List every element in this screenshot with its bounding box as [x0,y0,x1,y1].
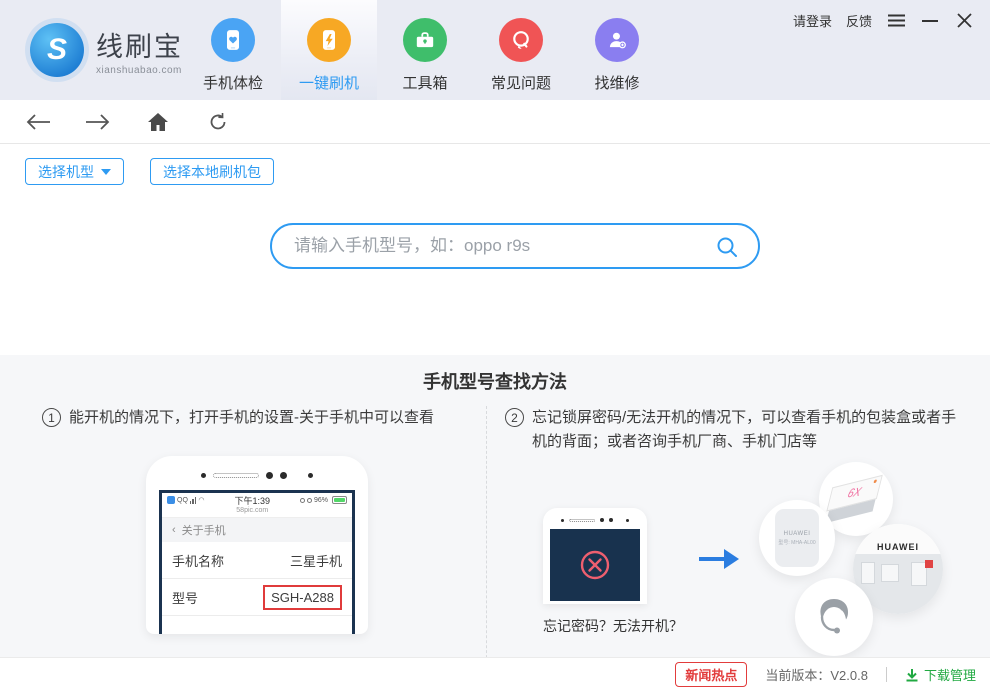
logo-icon: S [30,23,84,77]
find-repair-icon [595,18,639,62]
orientation-icon [299,497,305,503]
arrow-right-icon [697,546,741,657]
guide-left-text: 1 能开机的情况下，打开手机的设置-关于手机中可以查看 [42,406,466,430]
signal-icon [189,496,197,504]
brand-domain: xianshuabao.com [96,64,182,76]
guide-title: 手机型号查找方法 [423,372,567,392]
app-header: S 线刷宝 xianshuabao.com 手机体检 一键刷机 工具箱 常见问题… [0,0,990,100]
guide-section: 手机型号查找方法 1 能开机的情况下，打开手机的设置-关于手机中可以查看 QQ … [0,355,990,657]
forward-icon[interactable] [85,109,111,135]
menu-icon[interactable] [886,12,906,30]
guide-right-column: 2 忘记锁屏密码/无法开机的情况下，可以查看手机的包装盒或者手机的背面；或者咨询… [487,406,990,657]
nav-item-faq[interactable]: 常见问题 [473,0,569,100]
version-label: 当前版本：V2.0.8 [765,668,868,683]
phone-name-row: 手机名称 三星手机 [162,542,352,579]
guide-left-column: 1 能开机的情况下，打开手机的设置-关于手机中可以查看 QQ ◠ 下午1:39 … [0,406,487,657]
login-link[interactable]: 请登录 [793,11,832,30]
news-hotspot-badge[interactable]: 新闻热点 [675,662,748,687]
faq-icon [499,18,543,62]
phone-screen: QQ ◠ 下午1:39 58pic.com 96% ‹ 关于手机 手机名称 三星… [159,490,355,634]
caret-down-icon [101,168,111,175]
qq-icon [167,496,175,504]
wifi-icon: ◠ [198,497,205,504]
customer-service-icon [795,578,873,656]
toolbox-icon [403,18,447,62]
brand-name: 线刷宝 [96,31,183,62]
battery-icon [331,496,347,504]
phone-checkup-icon [211,18,255,62]
lookup-options-cluster: 6X HUAWEI 型号: MHA-AL00 HUAWEI [757,460,957,657]
download-icon [906,668,918,681]
app-logo: S 线刷宝 xianshuabao.com [0,0,190,100]
close-button[interactable] [954,12,974,30]
about-phone-header: ‹ 关于手机 [162,518,352,542]
back-icon[interactable] [25,109,51,135]
step-2-badge: 2 [505,408,524,427]
one-key-flash-icon [307,18,351,62]
status-bar: QQ ◠ 下午1:39 58pic.com 96% [162,493,352,518]
chevron-left-icon: ‹ [172,524,176,536]
footer-divider [885,667,887,682]
main-nav: 手机体检 一键刷机 工具箱 常见问题 找维修 [185,0,665,100]
phone-settings-illustration: QQ ◠ 下午1:39 58pic.com 96% ‹ 关于手机 手机名称 三星… [146,456,368,634]
phone-speaker [146,456,368,486]
app-window: S 线刷宝 xianshuabao.com 手机体检 一键刷机 工具箱 常见问题… [0,0,990,690]
search-input[interactable] [294,236,706,256]
nav-item-phone-checkup[interactable]: 手机体检 [185,0,281,100]
refresh-icon[interactable] [205,109,231,135]
search-box [270,223,760,269]
select-local-package-button[interactable]: 选择本地刷机包 [150,158,274,185]
status-bar-footer: 新闻热点 当前版本：V2.0.8 下载管理 [0,657,990,690]
error-x-icon [580,550,610,580]
minimize-button[interactable] [920,12,940,30]
guide-right-text: 2 忘记锁屏密码/无法开机的情况下，可以查看手机的包装盒或者手机的背面；或者咨询… [505,406,960,454]
download-manager-link[interactable]: 下载管理 [905,665,976,684]
locked-phone-illustration: 忘记密码？无法开机？ [543,508,683,657]
select-model-button[interactable]: 选择机型 [25,158,124,185]
nav-item-toolbox[interactable]: 工具箱 [377,0,473,100]
action-row: 选择机型 选择本地刷机包 [25,158,990,185]
feedback-link[interactable]: 反馈 [846,11,872,30]
browser-toolbar [0,100,990,144]
nav-item-find-repair[interactable]: 找维修 [569,0,665,100]
header-right: 请登录 反馈 [793,11,974,30]
error-screen [550,529,640,601]
search-icon[interactable] [716,236,738,263]
nav-item-one-key-flash[interactable]: 一键刷机 [281,0,377,100]
locked-phone-caption: 忘记密码？无法开机？ [543,618,683,634]
home-icon[interactable] [145,109,171,135]
step-1-badge: 1 [42,408,61,427]
shield-icon [306,497,312,503]
phone-back-illustration: HUAWEI 型号: MHA-AL00 [759,500,835,576]
model-highlight: SGH-A288 [263,584,342,610]
phone-model-row: 型号 SGH-A288 [162,579,352,616]
